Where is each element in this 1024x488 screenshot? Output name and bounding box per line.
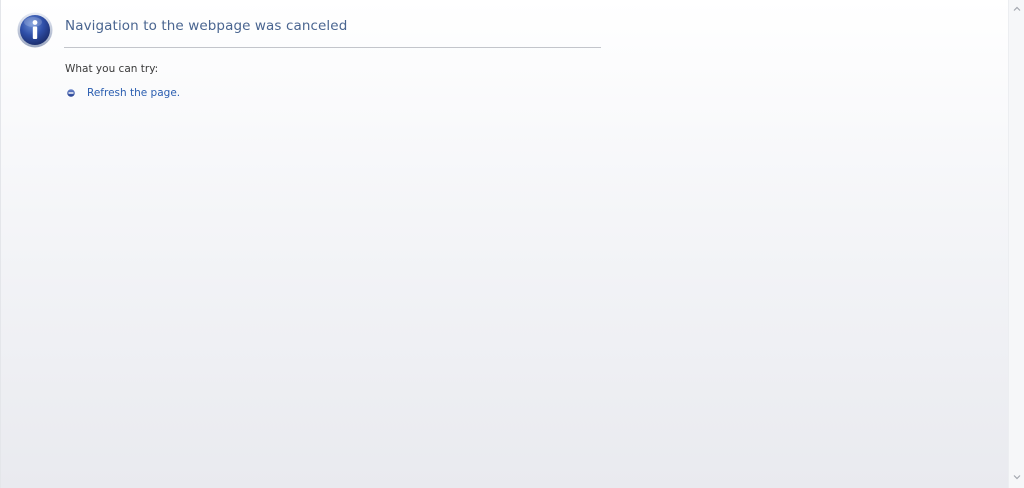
- page-title: Navigation to the webpage was canceled: [65, 18, 348, 34]
- browser-viewport: Navigation to the webpage was canceled W…: [0, 0, 1024, 488]
- bullet-icon: [67, 89, 75, 97]
- suggestion-refresh[interactable]: Refresh the page.: [67, 86, 180, 100]
- title-divider: [64, 47, 601, 48]
- vertical-scrollbar[interactable]: [1008, 0, 1024, 488]
- error-page: Navigation to the webpage was canceled W…: [1, 0, 1009, 488]
- chevron-up-icon[interactable]: [1012, 4, 1022, 14]
- chevron-down-icon[interactable]: [1012, 472, 1022, 482]
- info-icon: [17, 12, 53, 48]
- refresh-page-link[interactable]: Refresh the page.: [87, 87, 180, 99]
- suggestions-heading: What you can try:: [65, 63, 159, 75]
